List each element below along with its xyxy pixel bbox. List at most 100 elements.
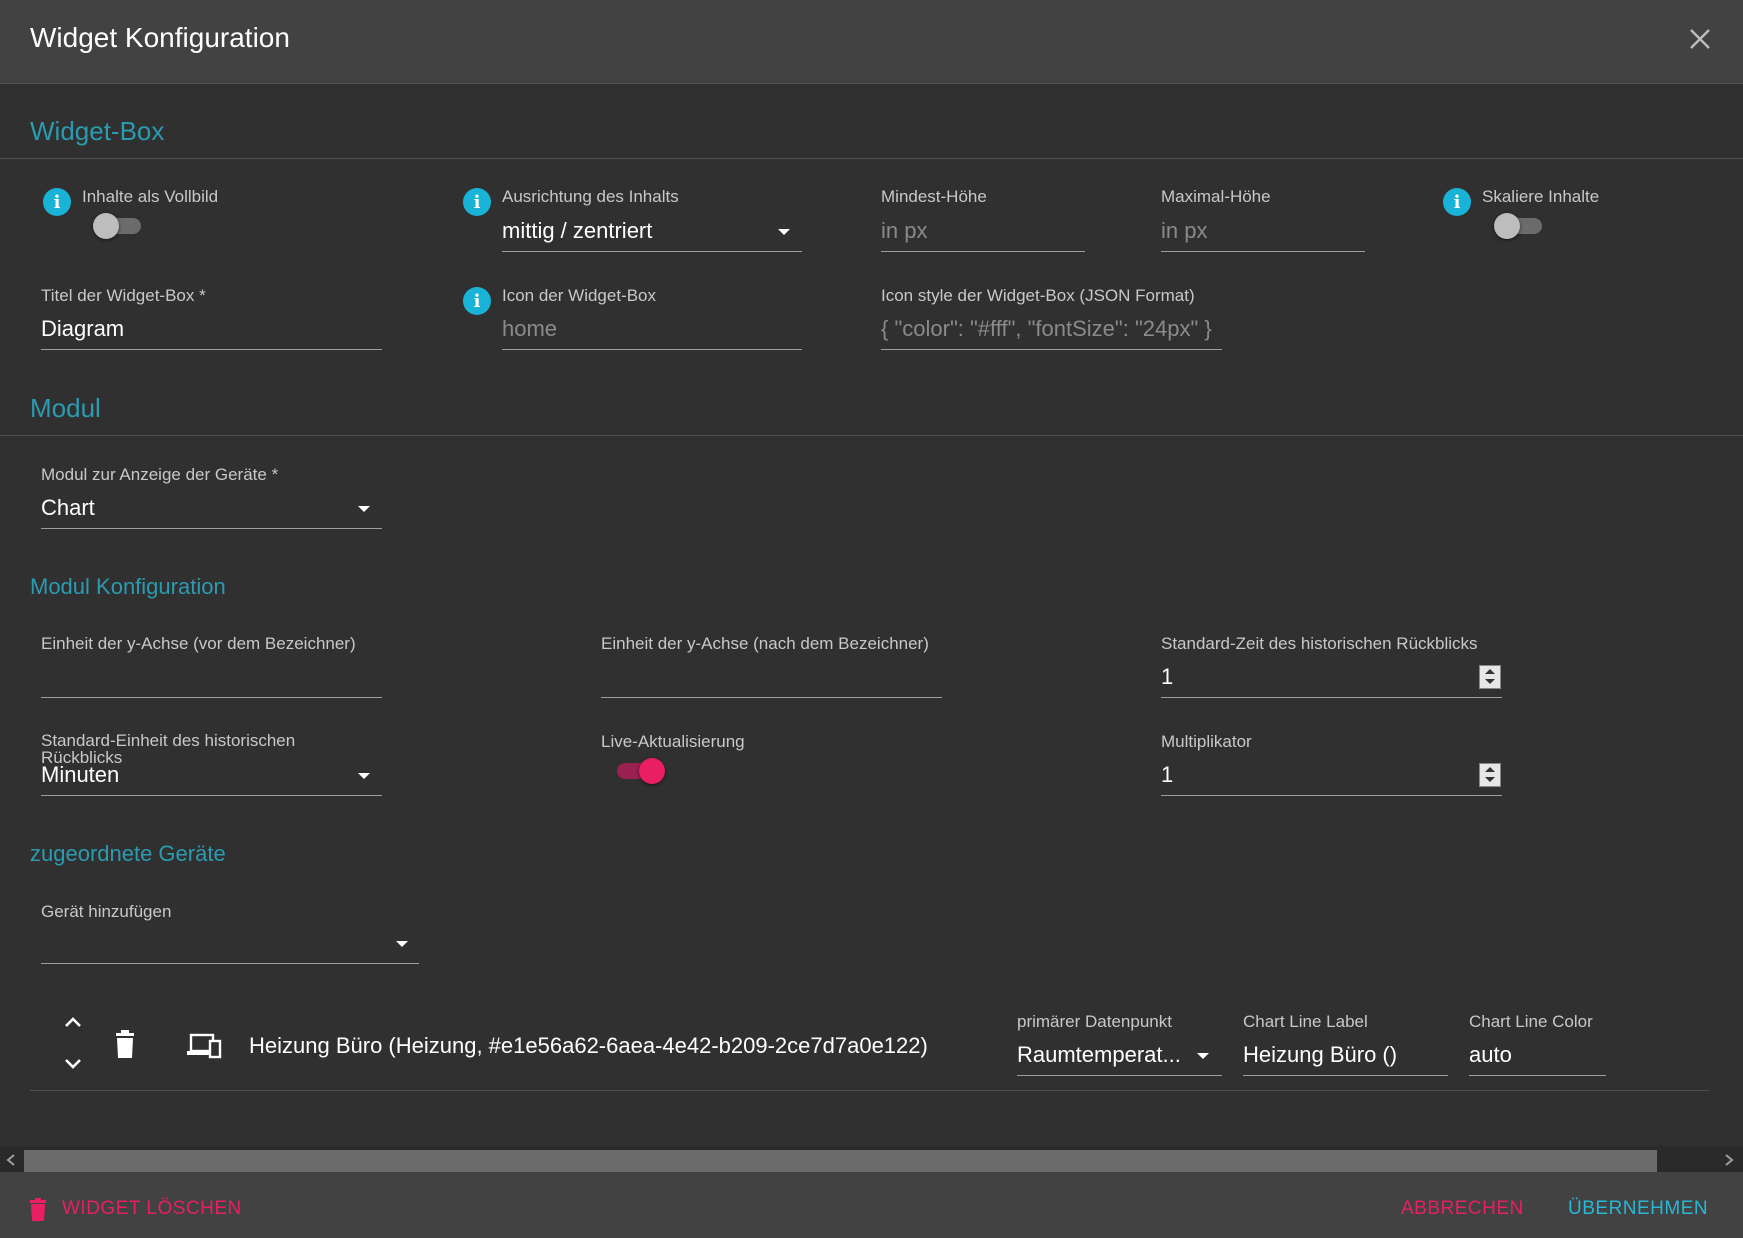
field-underline: [502, 251, 802, 252]
toggle-thumb: [93, 213, 119, 239]
section-title-modul-config: Modul Konfiguration: [30, 574, 226, 599]
field-underline: [41, 697, 382, 698]
chart-line-label-label: Chart Line Label: [1243, 1012, 1368, 1031]
live-update-toggle[interactable]: [614, 756, 670, 786]
field-underline: [41, 528, 382, 529]
field-underline: [1017, 1075, 1222, 1076]
chevron-down-icon: [358, 506, 370, 512]
alignment-select[interactable]: mittig / zentriert: [502, 214, 802, 252]
chevron-down-icon: [358, 773, 370, 779]
icon-style-label: Icon style der Widget-Box (JSON Format): [881, 286, 1195, 305]
history-unit-value: Minuten: [41, 762, 120, 787]
chevron-up-icon: [65, 1017, 81, 1027]
number-spinner[interactable]: [1479, 763, 1501, 787]
field-underline: [601, 697, 942, 698]
add-device-label: Gerät hinzufügen: [41, 902, 172, 921]
scale-toggle[interactable]: [1494, 212, 1546, 240]
move-down-button[interactable]: [60, 1054, 86, 1074]
trash-icon: [116, 1030, 134, 1058]
min-height-input[interactable]: in px: [881, 214, 1085, 252]
multiplier-value: 1: [1161, 762, 1174, 787]
delete-widget-button[interactable]: WIDGET LÖSCHEN: [28, 1196, 248, 1224]
chart-line-color-label: Chart Line Color: [1469, 1012, 1593, 1031]
icon-style-input[interactable]: { "color": "#fff", "fontSize": "24px" }: [881, 312, 1222, 350]
cancel-button[interactable]: ABBRECHEN: [1401, 1198, 1524, 1220]
dialog-title: Widget Konfiguration: [30, 22, 290, 53]
fullscreen-label: Inhalte als Vollbild: [82, 187, 219, 206]
device-row: Heizung Büro (Heizung, #e1e56a62-6aea-4e…: [30, 1000, 1709, 1091]
chevron-down-icon: [396, 941, 408, 947]
title-value: Diagram: [41, 316, 125, 341]
add-device-select[interactable]: [41, 926, 419, 964]
max-height-label: Maximal-Höhe: [1161, 187, 1271, 206]
section-title-modul: Modul: [30, 393, 101, 423]
alignment-value: mittig / zentriert: [502, 218, 653, 243]
primary-datapoint-value: Raumtemperat...: [1017, 1042, 1181, 1067]
apply-button[interactable]: ÜBERNEHMEN: [1568, 1198, 1708, 1220]
title-label: Titel der Widget-Box *: [41, 286, 206, 305]
info-icon[interactable]: i: [463, 188, 491, 216]
max-height-placeholder: in px: [1161, 218, 1208, 243]
primary-datapoint-label: primärer Datenpunkt: [1017, 1012, 1172, 1031]
info-icon[interactable]: i: [1443, 188, 1471, 216]
close-button[interactable]: [1685, 24, 1715, 54]
y-suffix-input[interactable]: [601, 660, 942, 698]
chart-line-color-value: auto: [1469, 1042, 1512, 1067]
toggle-thumb: [1494, 213, 1520, 239]
y-prefix-input[interactable]: [41, 660, 382, 698]
section-title-devices: zugeordnete Geräte: [30, 841, 226, 866]
live-update-label: Live-Aktualisierung: [601, 732, 745, 751]
multiplier-label: Multiplikator: [1161, 732, 1252, 751]
field-underline: [502, 349, 802, 350]
field-underline: [881, 251, 1085, 252]
info-icon[interactable]: i: [43, 188, 71, 216]
scroll-right-button[interactable]: [1722, 1152, 1736, 1168]
dialog-content: [0, 84, 1743, 1146]
history-unit-select[interactable]: Minuten: [41, 758, 382, 796]
min-height-label: Mindest-Höhe: [881, 187, 987, 206]
title-input[interactable]: Diagram: [41, 312, 382, 350]
history-time-label: Standard-Zeit des historischen Rückblick…: [1161, 634, 1478, 653]
field-underline: [881, 349, 1222, 350]
chart-line-label-input[interactable]: Heizung Büro (): [1243, 1038, 1448, 1076]
section-divider: [0, 158, 1743, 159]
scrollbar-thumb[interactable]: [24, 1150, 1657, 1172]
icon-style-placeholder: { "color": "#fff", "fontSize": "24px" }: [881, 316, 1212, 341]
icon-placeholder: home: [502, 316, 558, 341]
chevron-down-icon: [1197, 1053, 1209, 1059]
history-unit-label-line1: Standard-Einheit des historischen: [41, 731, 296, 750]
primary-datapoint-select[interactable]: Raumtemperat...: [1017, 1038, 1222, 1076]
device-name: Heizung Büro (Heizung, #e1e56a62-6aea-4e…: [249, 1033, 928, 1058]
modul-label: Modul zur Anzeige der Geräte *: [41, 465, 279, 484]
devices-icon: [187, 1033, 222, 1059]
section-divider: [0, 435, 1743, 436]
fullscreen-toggle[interactable]: [93, 212, 145, 240]
field-underline: [1243, 1075, 1448, 1076]
field-underline: [41, 963, 419, 964]
multiplier-input[interactable]: 1: [1161, 758, 1502, 796]
history-time-input[interactable]: 1: [1161, 660, 1502, 698]
info-icon[interactable]: i: [463, 287, 491, 315]
number-spinner[interactable]: [1479, 665, 1501, 689]
field-underline: [41, 349, 382, 350]
field-underline: [1161, 251, 1365, 252]
chart-line-color-input[interactable]: auto: [1469, 1038, 1606, 1076]
scale-label: Skaliere Inhalte: [1482, 187, 1600, 206]
icon-input[interactable]: home: [502, 312, 802, 350]
y-suffix-label: Einheit der y-Achse (nach dem Bezeichner…: [601, 634, 929, 653]
chevron-down-icon: [65, 1059, 81, 1069]
arrow-right-icon: [1725, 1154, 1734, 1166]
toggle-thumb: [639, 758, 665, 784]
modul-select[interactable]: Chart: [41, 491, 382, 529]
field-underline: [41, 795, 382, 796]
move-up-button[interactable]: [60, 1012, 86, 1032]
remove-device-button[interactable]: [112, 1030, 138, 1060]
field-underline: [1161, 795, 1502, 796]
arrow-left-icon: [6, 1154, 15, 1166]
scroll-left-button[interactable]: [4, 1152, 18, 1168]
icon-label: Icon der Widget-Box: [502, 286, 657, 305]
max-height-input[interactable]: in px: [1161, 214, 1365, 252]
close-icon: [1690, 29, 1710, 49]
field-underline: [1469, 1075, 1606, 1076]
history-time-value: 1: [1161, 664, 1174, 689]
